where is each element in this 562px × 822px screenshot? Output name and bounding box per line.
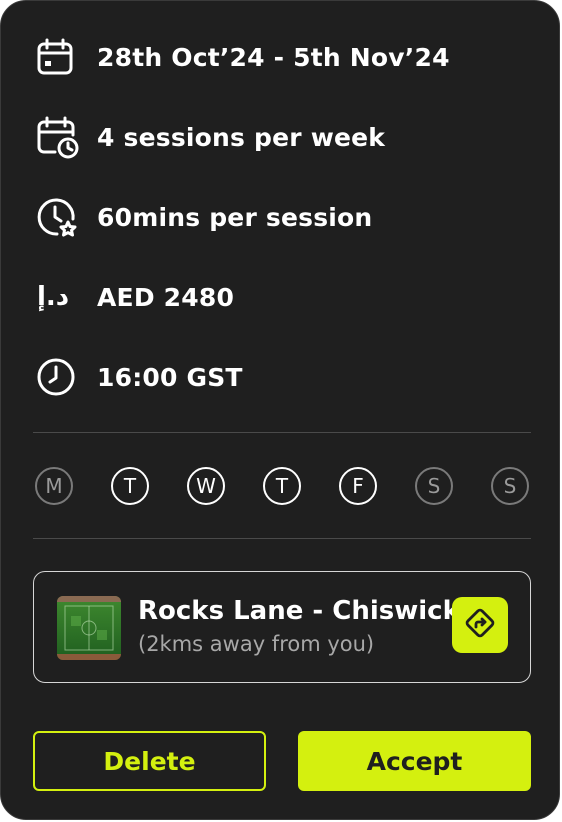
calendar-icon bbox=[35, 35, 79, 79]
weekday-selector: M T W T F S S bbox=[33, 467, 531, 509]
accept-button[interactable]: Accept bbox=[298, 731, 531, 791]
day-saturday[interactable]: S bbox=[415, 467, 453, 505]
day-friday[interactable]: F bbox=[339, 467, 377, 505]
price-row: د.إ AED 2480 bbox=[35, 275, 234, 319]
day-monday[interactable]: M bbox=[35, 467, 73, 505]
delete-button[interactable]: Delete bbox=[33, 731, 266, 791]
currency-symbol: د.إ bbox=[37, 282, 70, 312]
date-range-text: 28th Oct’24 - 5th Nov’24 bbox=[97, 42, 450, 72]
date-range-row: 28th Oct’24 - 5th Nov’24 bbox=[35, 35, 450, 79]
day-thursday[interactable]: T bbox=[263, 467, 301, 505]
divider-bottom bbox=[33, 538, 531, 539]
directions-icon bbox=[462, 605, 498, 645]
price-text: AED 2480 bbox=[97, 282, 235, 312]
duration-row: 60mins per session bbox=[35, 195, 372, 239]
clock-icon bbox=[35, 355, 79, 399]
time-row: 16:00 GST bbox=[35, 355, 243, 399]
frequency-row: 4 sessions per week bbox=[35, 115, 385, 159]
day-wednesday[interactable]: W bbox=[187, 467, 225, 505]
duration-text: 60mins per session bbox=[97, 202, 373, 232]
frequency-text: 4 sessions per week bbox=[97, 122, 386, 152]
clock-star-icon bbox=[35, 195, 79, 239]
directions-button[interactable] bbox=[452, 597, 508, 653]
location-card[interactable]: Rocks Lane - Chiswick (2kms away from yo… bbox=[33, 571, 531, 683]
dirham-currency-icon: د.إ bbox=[35, 275, 79, 319]
calendar-clock-icon bbox=[35, 115, 79, 159]
location-distance: (2kms away from you) bbox=[138, 632, 375, 656]
day-tuesday[interactable]: T bbox=[111, 467, 149, 505]
divider-top bbox=[33, 432, 531, 433]
day-sunday[interactable]: S bbox=[491, 467, 529, 505]
session-offer-card: 28th Oct’24 - 5th Nov’24 4 sessions per … bbox=[0, 0, 560, 820]
location-name: Rocks Lane - Chiswick bbox=[138, 596, 460, 626]
venue-thumbnail bbox=[57, 596, 121, 660]
time-text: 16:00 GST bbox=[97, 362, 243, 392]
